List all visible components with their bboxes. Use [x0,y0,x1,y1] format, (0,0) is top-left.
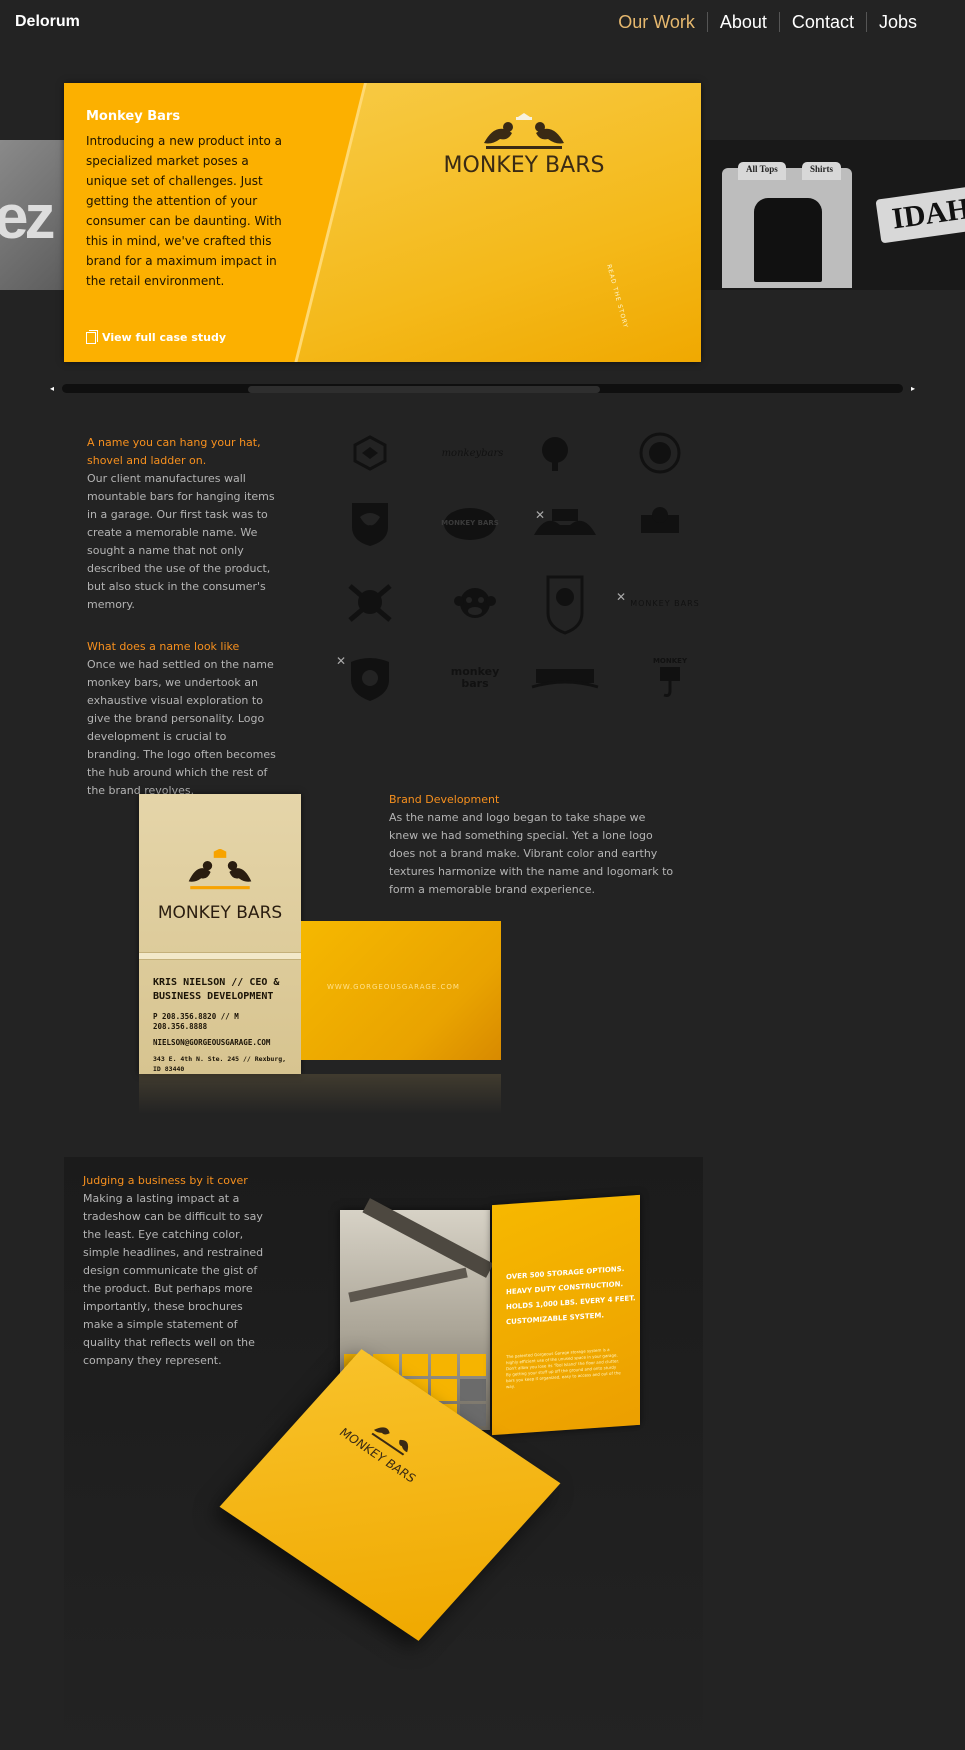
brochure-inside-right: OVER 500 STORAGE OPTIONS. HEAVY DUTY CON… [492,1194,640,1436]
tab-shirts: Shirts [802,162,842,180]
card-divider [139,952,301,960]
nav-jobs[interactable]: Jobs [865,12,929,32]
card-logo: MONKEY BARS [139,848,301,923]
featured-project[interactable]: MONKEY BARS READ THE STORY Monkey Bars I… [64,83,701,362]
card-email: NIELSON@GORGEOUSGARAGE.COM [153,1038,271,1047]
thumb-prev-text: ez [0,183,56,252]
logo-badge-text: MONKEY BARS [441,519,499,527]
business-card-front: MONKEY BARS KRIS NIELSON // CEO & BUSINE… [139,794,301,1074]
card-name: KRIS NIELSON // CEO & [153,977,280,988]
logo-sketch-ribbon-icon [630,498,690,548]
brand-development-section: Brand Development As the name and logo b… [389,791,674,899]
card-contact-info: KRIS NIELSON // CEO & BUSINESS DEVELOPME… [153,976,293,1074]
cover-section: Judging a business by it cover Making a … [83,1172,273,1370]
carousel-thumb-next[interactable]: All Tops Shirts IDAH [700,140,965,290]
logo-sketch-seal-icon [630,428,690,478]
logo-sketch-round-icon [525,428,585,478]
scroll-prev-arrow[interactable]: ◂ [50,383,54,394]
monkey-crest-icon [484,113,564,149]
name-look-heading: What does a name look like [87,640,240,653]
card-url: WWW.GORGEOUSGARAGE.COM [327,983,460,991]
brochure-headlines: OVER 500 STORAGE OPTIONS. HEAVY DUTY CON… [506,1261,636,1330]
carousel-scrollbar[interactable]: ◂ ▸ [50,383,915,394]
logo-sketch-tall-shield-icon [535,573,595,635]
hero-wordmark: MONKEY BARS [443,153,605,178]
card-phone: P 208.356.8820 // M 208.356.8888 [153,1012,239,1031]
main-nav: Our Work About Contact Jobs [606,12,929,32]
idaho-badge-text: IDAH [890,191,965,236]
apparel-site-thumb: All Tops Shirts [722,162,852,288]
nav-our-work[interactable]: Our Work [606,12,707,32]
carousel-thumb-prev[interactable]: ez [0,140,64,290]
document-icon [86,329,98,344]
hero-description: Introducing a new product into a special… [86,134,282,288]
shirt-image [754,198,822,282]
logo-sketch-hexagon-icon [340,428,400,478]
brochure-body: The patented Gorgeous Garage storage sys… [506,1346,621,1390]
logo-sketch-crest2-icon [340,653,400,703]
view-case-study-link[interactable]: View full case study [86,329,226,344]
cover-heading: Judging a business by it cover [83,1174,248,1187]
monkey-bars-logo: MONKEY BARS [424,113,624,178]
logo-sketch-badge: MONKEY BARS [440,498,500,548]
monkey-crest-icon [188,848,252,890]
hook-icon [660,667,680,697]
scroll-next-arrow[interactable]: ▸ [911,383,915,394]
naming-text: Our client manufactures wall mountable b… [87,472,275,611]
tab-all-tops: All Tops [738,162,786,180]
idaho-badge: IDAH [875,184,965,244]
naming-heading: A name you can hang your hat, shovel and… [87,436,261,467]
logo-stack-text: MONKEY [652,657,688,665]
card-address: 343 E. 4th N. Ste. 245 // Rexburg, ID 83… [153,1055,287,1073]
logo-sketch-hook: MONKEY [640,653,700,703]
nav-about[interactable]: About [706,12,779,32]
logo-sketch-banner-icon [530,653,600,703]
name-look-text: Once we had settled on the name monkey b… [87,658,276,797]
logo-sketch-shield-icon [340,498,400,548]
logo-inline-text: MONKEY BARS [630,598,700,608]
logo-sketch-script: monkeybars [435,428,510,478]
logo-word-bars: bars [461,677,489,690]
scroll-track[interactable] [62,384,903,393]
cover-text: Making a lasting impact at a tradeshow c… [83,1192,264,1367]
logo-sketch-inline: MONKEY BARS [625,578,705,628]
nav-contact[interactable]: Contact [778,12,866,32]
logo-script-text: monkeybars [441,447,504,459]
logo-sketch-crest-icon [530,498,600,548]
business-card-back: WWW.GORGEOUSGARAGE.COM [301,921,501,1060]
case-study-label: View full case study [102,331,226,344]
hero-title: Monkey Bars [86,109,181,124]
brand-heading: Brand Development [389,793,500,806]
logo-sketch-monkey-face-icon [445,578,505,628]
scroll-thumb[interactable] [248,386,600,393]
card-wordmark: MONKEY BARS [157,903,283,923]
naming-section: A name you can hang your hat, shovel and… [87,434,277,800]
site-logo[interactable]: Delorum [15,13,80,31]
brochure-cover-logo: MONKEY BARS [337,1401,441,1485]
logo-sketch-coat-of-arms-icon [340,578,400,628]
logo-sketch-wordstack: monkey bars [445,653,505,703]
card-reflection [139,1074,501,1114]
brand-text: As the name and logo began to take shape… [389,811,674,896]
card-title: BUSINESS DEVELOPMENT [153,991,274,1002]
